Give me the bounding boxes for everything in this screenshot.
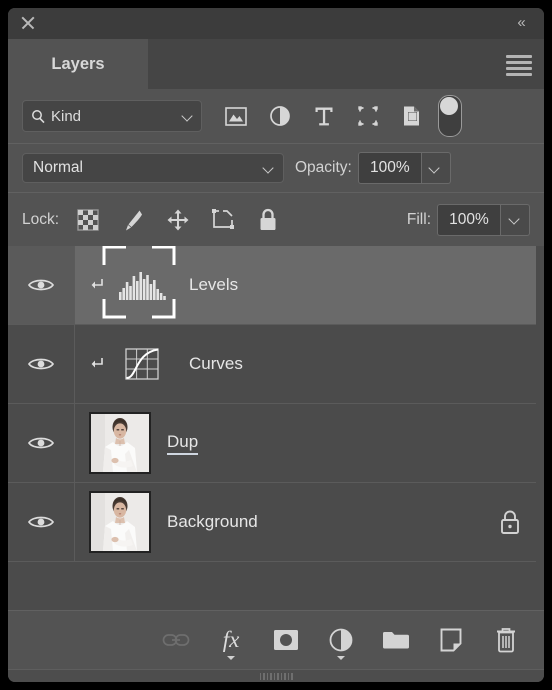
layer-visibility-toggle[interactable] bbox=[8, 404, 74, 482]
clipping-mask-icon bbox=[87, 356, 109, 372]
fill-label: Fill: bbox=[406, 210, 431, 228]
layer-visibility-toggle[interactable] bbox=[8, 483, 74, 561]
link-layers-button[interactable] bbox=[150, 619, 202, 661]
panel-tab-row: Layers bbox=[8, 39, 544, 89]
layer-thumbnail[interactable] bbox=[109, 325, 175, 403]
layers-panel: « Layers Kind Normal Opacity: 100% Lock:… bbox=[8, 8, 544, 682]
caret-down-icon bbox=[227, 656, 235, 660]
pixel-layers-filter-icon[interactable] bbox=[214, 99, 258, 133]
layer-row-body[interactable]: Dup bbox=[74, 404, 544, 482]
blend-mode-dropdown[interactable]: Normal bbox=[22, 153, 284, 183]
portrait-photo-thumbnail bbox=[89, 412, 151, 474]
layer-name[interactable]: Levels bbox=[189, 275, 238, 295]
lock-all-icon[interactable] bbox=[245, 203, 290, 237]
fill-dropdown-button[interactable] bbox=[501, 203, 530, 236]
type-layers-filter-icon[interactable] bbox=[302, 99, 346, 133]
lock-image-pixels-icon[interactable] bbox=[110, 203, 155, 237]
panel-menu-icon[interactable] bbox=[506, 53, 532, 78]
layer-name[interactable]: Curves bbox=[189, 354, 243, 374]
lock-transparent-pixels-icon[interactable] bbox=[65, 203, 110, 237]
layer-locked-icon[interactable] bbox=[498, 508, 522, 536]
lock-artboard-nesting-icon[interactable] bbox=[200, 203, 245, 237]
shape-layers-filter-icon[interactable] bbox=[346, 99, 390, 133]
add-layer-mask-button[interactable] bbox=[260, 619, 312, 661]
blend-opacity-bar: Normal Opacity: 100% bbox=[8, 144, 544, 192]
blend-mode-value: Normal bbox=[33, 159, 83, 176]
layer-thumbnail[interactable] bbox=[87, 404, 153, 482]
chevron-down-icon bbox=[182, 110, 195, 123]
layer-row-body[interactable]: Levels bbox=[74, 246, 544, 324]
chevron-down-icon bbox=[429, 162, 442, 175]
panel-titlebar: « bbox=[8, 8, 544, 39]
lock-fill-bar: Lock: Fill: 100% bbox=[8, 193, 544, 246]
layer-name[interactable]: Background bbox=[167, 512, 258, 532]
fx-label: fx bbox=[222, 627, 240, 652]
filter-type-icons bbox=[214, 95, 530, 137]
table-row[interactable]: Dup bbox=[8, 404, 544, 483]
new-group-button[interactable] bbox=[370, 619, 422, 661]
close-icon[interactable] bbox=[19, 14, 37, 32]
new-layer-button[interactable] bbox=[425, 619, 477, 661]
tab-layers[interactable]: Layers bbox=[8, 39, 148, 89]
filter-enable-toggle[interactable] bbox=[438, 95, 462, 137]
panel-resize-grip[interactable] bbox=[8, 669, 544, 682]
tab-layers-label: Layers bbox=[51, 54, 105, 73]
portrait-photo-thumbnail bbox=[89, 491, 151, 553]
fill-input[interactable]: 100% bbox=[437, 203, 501, 236]
smart-object-filter-icon[interactable] bbox=[390, 99, 434, 133]
filter-kind-dropdown[interactable]: Kind bbox=[22, 100, 202, 132]
layer-thumbnail[interactable] bbox=[87, 483, 153, 561]
layer-row-body[interactable]: Background bbox=[74, 483, 544, 561]
layer-list-scrollbar[interactable] bbox=[536, 246, 544, 610]
table-row[interactable]: Background bbox=[8, 483, 544, 562]
layer-style-button[interactable]: fx bbox=[205, 619, 257, 661]
layer-visibility-toggle[interactable] bbox=[8, 246, 74, 324]
caret-down-icon bbox=[337, 656, 345, 660]
layer-thumbnail[interactable] bbox=[102, 246, 176, 324]
table-row[interactable]: Curves bbox=[8, 325, 544, 404]
layers-bottom-toolbar: fx bbox=[8, 610, 544, 669]
collapse-panel-icon[interactable]: « bbox=[510, 13, 532, 33]
adjustment-layers-filter-icon[interactable] bbox=[258, 99, 302, 133]
layer-row-body[interactable]: Curves bbox=[74, 325, 544, 403]
table-row[interactable]: Levels bbox=[8, 246, 544, 325]
new-adjustment-layer-button[interactable] bbox=[315, 619, 367, 661]
chevron-down-icon bbox=[509, 213, 522, 226]
filter-kind-label: Kind bbox=[51, 107, 82, 125]
delete-layer-button[interactable] bbox=[480, 619, 532, 661]
search-icon bbox=[31, 109, 46, 124]
opacity-input[interactable]: 100% bbox=[357, 152, 422, 184]
curves-grid-icon bbox=[118, 344, 166, 384]
lock-buttons bbox=[65, 203, 290, 237]
toggle-knob bbox=[440, 97, 458, 115]
opacity-dropdown-button[interactable] bbox=[421, 152, 451, 184]
layer-list: Levels Curves Dup Background bbox=[8, 246, 544, 610]
levels-histogram-icon bbox=[102, 246, 176, 319]
chevron-down-icon bbox=[263, 162, 276, 175]
clipping-mask-icon bbox=[87, 277, 109, 293]
layer-name[interactable]: Dup bbox=[167, 432, 199, 455]
lock-label: Lock: bbox=[22, 210, 60, 228]
opacity-value: 100% bbox=[370, 159, 410, 176]
layer-visibility-toggle[interactable] bbox=[8, 325, 74, 403]
fill-value: 100% bbox=[449, 210, 489, 228]
filter-bar: Kind bbox=[8, 89, 544, 143]
lock-position-icon[interactable] bbox=[155, 203, 200, 237]
opacity-label: Opacity: bbox=[295, 159, 352, 176]
